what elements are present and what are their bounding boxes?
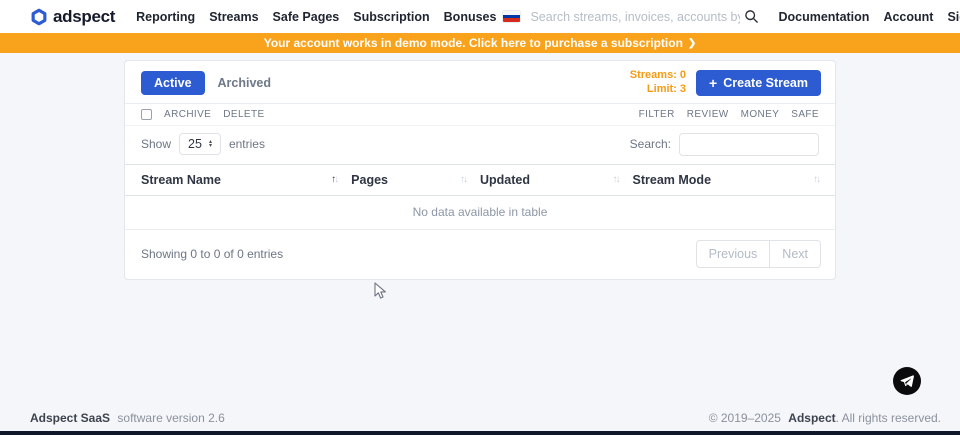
create-stream-button[interactable]: + Create Stream xyxy=(696,70,821,96)
tab-active[interactable]: Active xyxy=(141,71,205,95)
select-all-checkbox[interactable] xyxy=(141,109,152,120)
entries-label: entries xyxy=(229,137,265,151)
adspect-logo[interactable]: adspect xyxy=(30,7,115,27)
nav-item-account[interactable]: Account xyxy=(876,10,940,24)
bulk-action-archive[interactable]: ARCHIVE xyxy=(164,109,211,120)
nav-item-bonuses[interactable]: Bonuses xyxy=(437,10,504,24)
demo-mode-banner[interactable]: Your account works in demo mode. Click h… xyxy=(0,33,960,53)
table-search-wrap: Search: xyxy=(630,133,819,156)
demo-banner-text: Your account works in demo mode. Click h… xyxy=(264,36,683,50)
window-bottom-edge xyxy=(0,431,960,435)
navbar-right: Documentation Account Sign Out xyxy=(503,7,960,26)
plus-icon: + xyxy=(709,76,717,90)
site-footer: Adspect SaaS software version 2.6 © 2019… xyxy=(0,405,960,431)
table-empty-message: No data available in table xyxy=(125,196,835,230)
brand-name: adspect xyxy=(53,7,115,27)
copyright-brand: Adspect xyxy=(788,411,835,425)
copyright-years: © 2019–2025 xyxy=(709,411,781,425)
bulk-actions-bar: ARCHIVE DELETE FILTER REVIEW MONEY SAFE xyxy=(125,104,835,126)
nav-item-reporting[interactable]: Reporting xyxy=(129,10,202,24)
telegram-icon xyxy=(899,373,915,389)
quick-filters: FILTER REVIEW MONEY SAFE xyxy=(627,109,819,120)
show-label: Show xyxy=(141,137,171,151)
copyright-suffix: . All rights reserved. xyxy=(836,411,941,425)
stream-counters: Streams: 0 Limit: 3 xyxy=(630,69,686,97)
create-stream-label: Create Stream xyxy=(723,76,808,90)
nav-item-sign-out[interactable]: Sign Out xyxy=(940,10,960,24)
nav-item-streams[interactable]: Streams xyxy=(202,10,265,24)
pagination: Previous Next xyxy=(696,240,821,268)
streams-card: Active Archived Streams: 0 Limit: 3 + Cr… xyxy=(124,60,836,280)
main-nav: Reporting Streams Safe Pages Subscriptio… xyxy=(129,10,503,24)
previous-page-button[interactable]: Previous xyxy=(696,240,771,268)
footer-product-name: Adspect SaaS xyxy=(30,411,110,425)
column-header-updated[interactable]: Updated ↑↓ xyxy=(480,173,633,187)
table-search-label: Search: xyxy=(630,137,671,151)
table-search-input[interactable] xyxy=(679,133,819,156)
quick-filter-review[interactable]: REVIEW xyxy=(687,109,729,120)
column-header-pages[interactable]: Pages ↑↓ xyxy=(351,173,480,187)
streams-count: Streams: 0 xyxy=(630,69,686,83)
sort-icon: ↑↓ xyxy=(613,174,619,185)
quick-filter-money[interactable]: MONEY xyxy=(741,109,780,120)
search-icon xyxy=(744,9,759,24)
chevron-right-icon: ❯ xyxy=(688,38,696,49)
column-label: Stream Name xyxy=(141,173,221,187)
card-footer: Showing 0 to 0 of 0 entries Previous Nex… xyxy=(125,230,835,279)
nav-item-subscription[interactable]: Subscription xyxy=(346,10,436,24)
column-label: Pages xyxy=(351,173,388,187)
footer-left: Adspect SaaS software version 2.6 xyxy=(30,411,225,425)
quick-filter-filter[interactable]: FILTER xyxy=(639,109,675,120)
search-button[interactable] xyxy=(740,7,763,26)
column-label: Stream Mode xyxy=(633,173,712,187)
bulk-action-delete[interactable]: DELETE xyxy=(223,109,264,120)
language-flag-russian-icon[interactable] xyxy=(503,11,520,22)
footer-copyright: © 2019–2025 Adspect. All rights reserved… xyxy=(709,411,941,425)
global-search-input[interactable] xyxy=(530,10,740,24)
sort-asc-icon: ↑↓ xyxy=(331,174,337,185)
table-header-row: Stream Name ↑↓ Pages ↑↓ Updated ↑↓ Strea… xyxy=(125,164,835,196)
column-label: Updated xyxy=(480,173,530,187)
card-toolbar: Active Archived Streams: 0 Limit: 3 + Cr… xyxy=(125,61,835,104)
next-page-button[interactable]: Next xyxy=(770,240,821,268)
quick-filter-safe[interactable]: SAFE xyxy=(791,109,819,120)
page-size-select[interactable]: 25 ▴▾ xyxy=(179,133,221,155)
column-header-stream-mode[interactable]: Stream Mode ↑↓ xyxy=(633,173,819,187)
footer-version: software version 2.6 xyxy=(117,411,224,425)
tab-archived[interactable]: Archived xyxy=(205,71,285,95)
select-arrows-icon: ▴▾ xyxy=(209,140,212,149)
streams-limit: Limit: 3 xyxy=(630,83,686,97)
nav-item-documentation[interactable]: Documentation xyxy=(771,10,876,24)
hexagon-logo-icon xyxy=(30,8,48,26)
table-controls: Show 25 ▴▾ entries Search: xyxy=(125,126,835,164)
sort-icon: ↑↓ xyxy=(460,174,466,185)
nav-item-safe-pages[interactable]: Safe Pages xyxy=(266,10,347,24)
page-size-value: 25 xyxy=(188,137,202,151)
pagination-info: Showing 0 to 0 of 0 entries xyxy=(141,247,283,261)
telegram-button[interactable] xyxy=(893,367,921,395)
top-navbar: adspect Reporting Streams Safe Pages Sub… xyxy=(0,0,960,33)
column-header-stream-name[interactable]: Stream Name ↑↓ xyxy=(141,173,351,187)
sort-icon: ↑↓ xyxy=(813,174,819,185)
mouse-cursor xyxy=(374,282,387,305)
